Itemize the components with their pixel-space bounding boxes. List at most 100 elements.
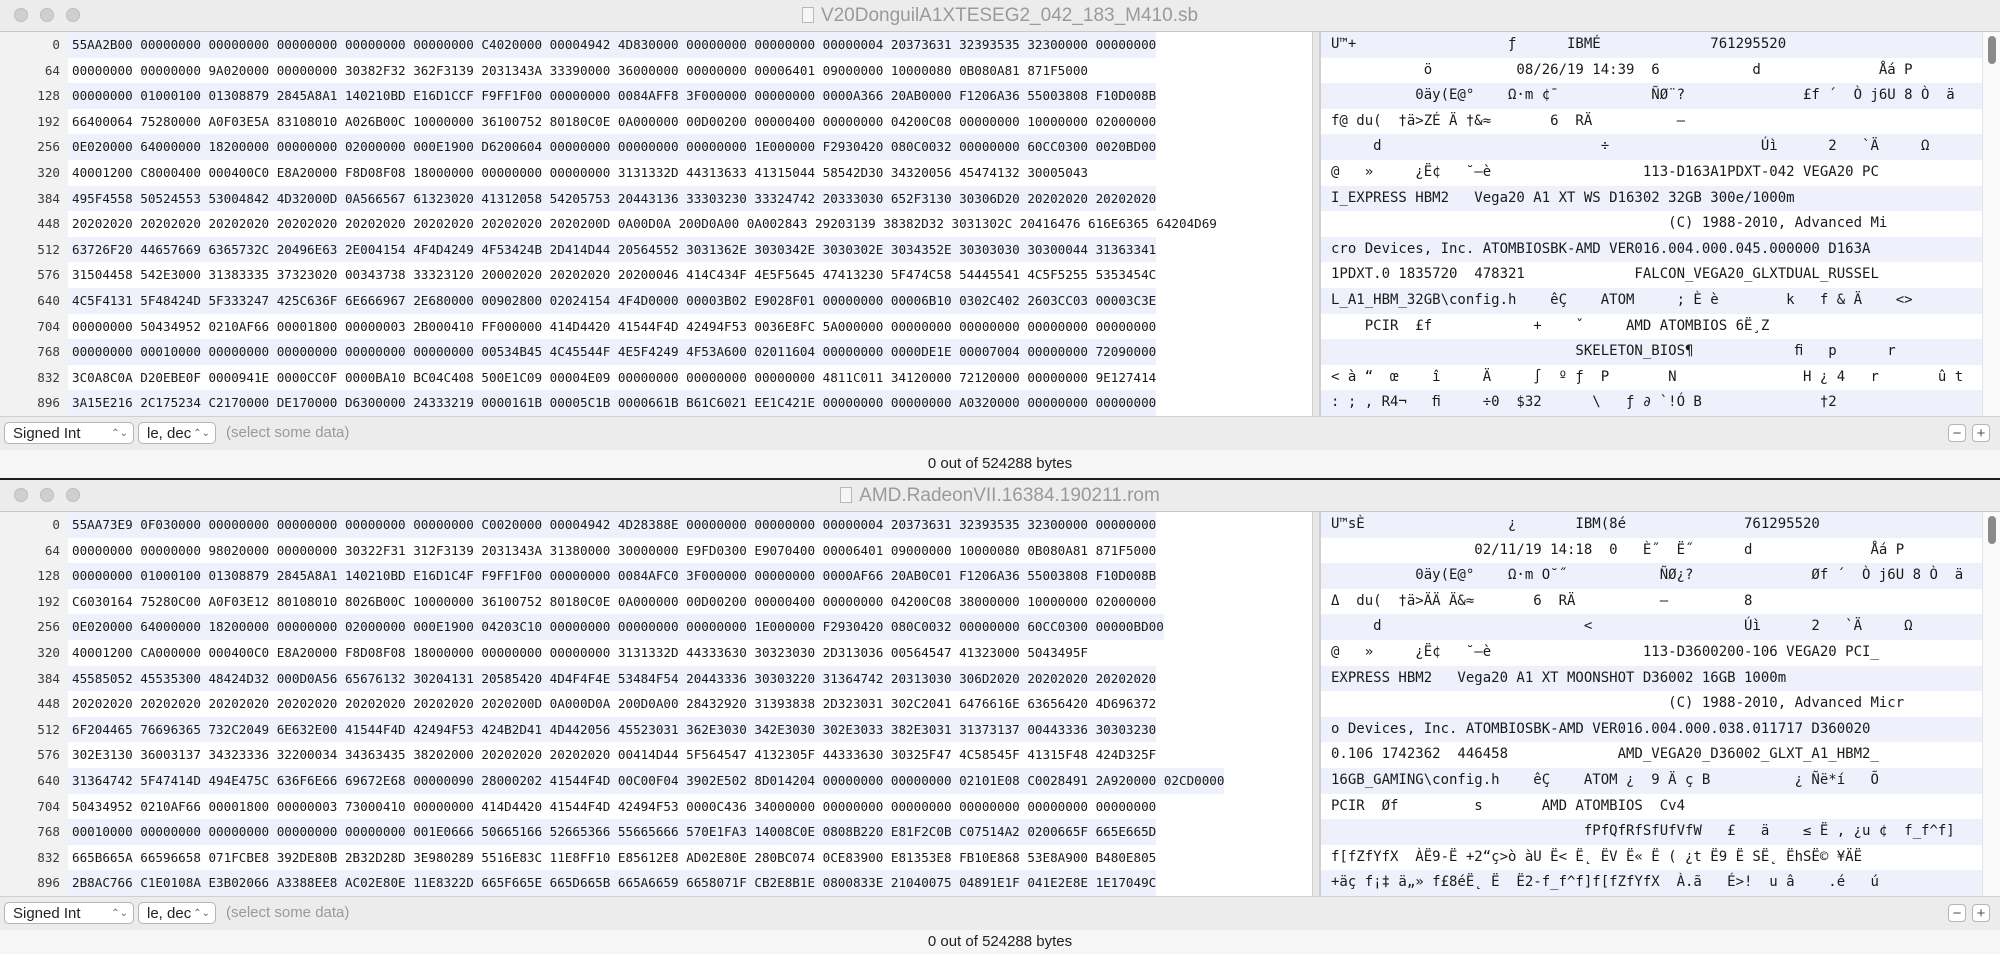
text-row[interactable]: U™sÈ ¿ IBM(8é 761295520 [1321,512,1983,538]
text-row[interactable]: < à “ œ î Ä ∫ º ƒ P N H ¿ 4 r û t [1321,365,1983,391]
hex-row[interactable]: 704 50434952 0210AF66 00001800 00000003 7… [0,793,1312,820]
hex-bytes[interactable]: 00000000 01000100 01308879 2845A8A1 1402… [68,563,1157,589]
hex-bytes[interactable]: C6030164 75280C00 A0F03E12 80108010 8026… [68,589,1156,615]
hex-view[interactable]: 0 55AA73E9 0F030000 00000000 00000000 000… [0,512,1312,896]
hex-bytes[interactable]: 00000000 00000000 9A020000 00000000 3038… [68,58,1088,84]
text-row[interactable]: (C) 1988-2010, Advanced Mi [1321,211,1983,237]
hex-row[interactable]: 320 40001200 CA000000 000400C0 E8A20000 F… [0,639,1312,666]
hex-row[interactable]: 512 6F204465 76696365 732C2049 6E632E00 4… [0,716,1312,743]
hex-row[interactable]: 256 0E020000 64000000 18200000 00000000 0… [0,134,1312,160]
text-row[interactable]: PCIR Øf s AMD ATOMBIOS Cv4 [1321,794,1983,820]
text-row[interactable]: o Devices, Inc. ATOMBIOSBK-AMD VER016.00… [1321,716,1983,743]
hex-row[interactable]: 576 302E3130 36003137 34323336 32200034 3… [0,742,1312,768]
remove-inspector-button[interactable]: − [1948,424,1966,442]
hex-row[interactable]: 384 45585052 45535300 48424D32 000D0A56 6… [0,665,1312,692]
hex-bytes[interactable]: 0E020000 64000000 18200000 00000000 0200… [68,614,1164,640]
hex-row[interactable]: 128 00000000 01000100 01308879 2845A8A1 1… [0,563,1312,589]
hex-bytes[interactable]: 3A15E216 2C175234 C2170000 DE170000 D630… [68,390,1157,416]
hex-bytes[interactable]: 3C0A8C0A D20EBE0F 0000941E 0000CC0F 0000… [68,365,1156,391]
pane-divider[interactable] [1312,512,1320,896]
text-row[interactable]: 1PDXT.0 1835720 478321 FALCON_VEGA20_GLX… [1321,262,1983,288]
text-row[interactable]: d ÷ Úì 2 `Ä Ω [1321,134,1983,160]
hex-row[interactable]: 192 66400064 75280000 A0F03E5A 83108010 A… [0,108,1312,135]
text-row[interactable]: +äç f¡‡ ä„» f£8éË˛ Ë Ë2-f_f^f]f[fZfYfX À… [1321,870,1983,896]
hex-bytes[interactable]: 495F4558 50524553 53004842 4D32000D 0A56… [68,185,1157,212]
title-bar[interactable]: V20DonguilA1XTESEG2_042_183_M410.sb [0,0,2000,32]
pane-divider[interactable] [1312,32,1320,416]
hex-row[interactable]: 832 665B665A 66596658 071FCBE8 392DE80B 2… [0,844,1312,871]
hex-bytes[interactable]: 50434952 0210AF66 00001800 00000003 7300… [68,794,1156,820]
hex-bytes[interactable]: 55AA2B00 00000000 00000000 00000000 0000… [68,32,1157,58]
hex-row[interactable]: 64 00000000 00000000 9A020000 00000000 30… [0,57,1312,84]
text-row[interactable]: I_EXPRESS HBM2 Vega20 A1 XT WS D16302 32… [1321,185,1983,212]
text-row[interactable]: @ » ¿Ë¢ ˘–è 113-D3600200-106 VEGA20 PCI_ [1321,640,1983,666]
hex-row[interactable]: 512 63726F20 44657669 6365732C 20496E63 2… [0,236,1312,263]
endian-format-select[interactable]: le, dec ⌃⌄ [138,422,216,444]
add-inspector-button[interactable]: + [1972,424,1990,442]
hex-bytes[interactable]: 55AA73E9 0F030000 00000000 00000000 0000… [68,512,1157,538]
text-row[interactable]: (C) 1988-2010, Advanced Micr [1321,691,1983,717]
hex-bytes[interactable]: 63726F20 44657669 6365732C 20496E63 2E00… [68,236,1157,263]
hex-row[interactable]: 896 2B8AC766 C1E0108A E3B02066 A3388EE8 A… [0,870,1312,896]
hex-bytes[interactable]: 20202020 20202020 20202020 20202020 2020… [68,211,1217,237]
add-inspector-button[interactable]: + [1972,904,1990,922]
hex-bytes[interactable]: 31364742 5F47414D 494E475C 636F6E66 6967… [68,767,1225,794]
text-row[interactable]: ö 08/26/19 14:39 6 d Åá P [1321,58,1983,84]
text-view[interactable]: U™+ ƒ IBMÉ 761295520 ö 08/26/19 14:39 6 … [1320,32,1983,416]
number-type-select[interactable]: Signed Int ⌃⌄ [4,422,134,444]
hex-bytes[interactable]: 2B8AC766 C1E0108A E3B02066 A3388EE8 AC02… [68,870,1157,896]
hex-row[interactable]: 768 00000000 00010000 00000000 00000000 0… [0,339,1312,365]
hex-row[interactable]: 0 55AA2B00 00000000 00000000 00000000 000… [0,32,1312,58]
scroll-thumb[interactable] [1988,516,1996,544]
text-row[interactable]: EXPRESS HBM2 Vega20 A1 XT MOONSHOT D3600… [1321,665,1983,692]
text-row[interactable]: SKELETON_BIOS¶ ﬁ p r [1321,339,1983,365]
vertical-scrollbar[interactable] [1982,32,2000,416]
hex-row[interactable]: 768 00010000 00000000 00000000 00000000 0… [0,819,1312,845]
text-row[interactable]: 0.106 1742362 446458 AMD_VEGA20_D36002_G… [1321,742,1983,768]
text-row[interactable]: d < Úì 2 `Ä Ω [1321,614,1983,640]
hex-row[interactable]: 896 3A15E216 2C175234 C2170000 DE170000 D… [0,390,1312,416]
hex-row[interactable]: 640 31364742 5F47414D 494E475C 636F6E66 6… [0,767,1312,794]
hex-bytes[interactable]: 4C5F4131 5F48424D 5F333247 425C636F 6E66… [68,287,1157,314]
hex-bytes[interactable]: 40001200 CA000000 000400C0 E8A20000 F8D0… [68,640,1088,666]
text-row[interactable]: 02/11/19 14:18 0 È˝ Ë˝ d Åá P [1321,538,1983,564]
text-row[interactable]: 16GB_GAMING\config.h êÇ ATOM ¿ 9 Ä ç B ¿… [1321,767,1983,794]
hex-row[interactable]: 192 C6030164 75280C00 A0F03E12 80108010 8… [0,588,1312,615]
hex-bytes[interactable]: 6F204465 76696365 732C2049 6E632E00 4154… [68,716,1157,743]
hex-row[interactable]: 64 00000000 00000000 98020000 00000000 30… [0,537,1312,564]
hex-row[interactable]: 0 55AA73E9 0F030000 00000000 00000000 000… [0,512,1312,538]
text-row[interactable]: cro Devices, Inc. ATOMBIOSBK-AMD VER016.… [1321,236,1983,263]
hex-row[interactable]: 384 495F4558 50524553 53004842 4D32000D 0… [0,185,1312,212]
text-row[interactable]: L_A1_HBM_32GB\config.h êÇ ATOM ; È è k f… [1321,287,1983,314]
text-row[interactable]: PCIR £f + ˇ AMD ATOMBIOS 6Ë¸Z [1321,314,1983,340]
hex-bytes[interactable]: 302E3130 36003137 34323336 32200034 3436… [68,742,1156,768]
hex-row[interactable]: 448 20202020 20202020 20202020 20202020 2… [0,691,1312,717]
text-view[interactable]: U™sÈ ¿ IBM(8é 761295520 02/11/19 14:18 0… [1320,512,1983,896]
remove-inspector-button[interactable]: − [1948,904,1966,922]
hex-bytes[interactable]: 665B665A 66596658 071FCBE8 392DE80B 2B32… [68,845,1156,871]
hex-row[interactable]: 576 31504458 542E3000 31383335 37323020 0… [0,262,1312,288]
text-row[interactable]: U™+ ƒ IBMÉ 761295520 [1321,32,1983,58]
text-row[interactable]: Δ du( †ä>ÄÄ Ä&≈ 6 RÄ – 8 [1321,589,1983,615]
hex-row[interactable]: 256 0E020000 64000000 18200000 00000000 0… [0,614,1312,640]
number-type-select[interactable]: Signed Int ⌃⌄ [4,902,134,924]
vertical-scrollbar[interactable] [1982,512,2000,896]
hex-bytes[interactable]: 20202020 20202020 20202020 20202020 2020… [68,691,1156,717]
text-row[interactable]: 0äy(E@° Ω·m O˘˝ ÑØ¿? Øf ´ Ò j6U 8 Ò ä [1321,563,1983,589]
hex-row[interactable]: 320 40001200 C8000400 000400C0 E8A20000 F… [0,159,1312,186]
hex-bytes[interactable]: 00000000 00010000 00000000 00000000 0000… [68,339,1157,365]
text-row[interactable]: : ; , R4¬ ﬁ ÷0 $32 \ ƒ ∂ `!Ó B †2 [1321,390,1983,416]
hex-bytes[interactable]: 31504458 542E3000 31383335 37323020 0034… [68,262,1156,288]
hex-bytes[interactable]: 66400064 75280000 A0F03E5A 83108010 A026… [68,109,1156,135]
hex-row[interactable]: 640 4C5F4131 5F48424D 5F333247 425C636F 6… [0,287,1312,314]
hex-bytes[interactable]: 0E020000 64000000 18200000 00000000 0200… [68,134,1157,160]
endian-format-select[interactable]: le, dec ⌃⌄ [138,902,216,924]
text-row[interactable]: fPfQfRfSfUfVfW £ ä ≤ Ë , ¿u ¢ f_f^f] [1321,819,1983,845]
hex-row[interactable]: 832 3C0A8C0A D20EBE0F 0000941E 0000CC0F 0… [0,364,1312,391]
hex-view[interactable]: 0 55AA2B00 00000000 00000000 00000000 000… [0,32,1312,416]
text-row[interactable]: f[fZfYfX ÀË9-Ë +2“ç>ò àU Ë< Ë˛ ËV Ë« Ë (… [1321,845,1983,871]
text-row[interactable]: 0äy(E@° Ω·m ¢¯ ÑØ¨? £f ´ Ò j6U 8 Ò ä [1321,83,1983,109]
hex-bytes[interactable]: 40001200 C8000400 000400C0 E8A20000 F8D0… [68,160,1088,186]
hex-row[interactable]: 128 00000000 01000100 01308879 2845A8A1 1… [0,83,1312,109]
text-row[interactable]: @ » ¿Ë¢ ˘–è 113-D163A1PDXT-042 VEGA20 PC [1321,160,1983,186]
